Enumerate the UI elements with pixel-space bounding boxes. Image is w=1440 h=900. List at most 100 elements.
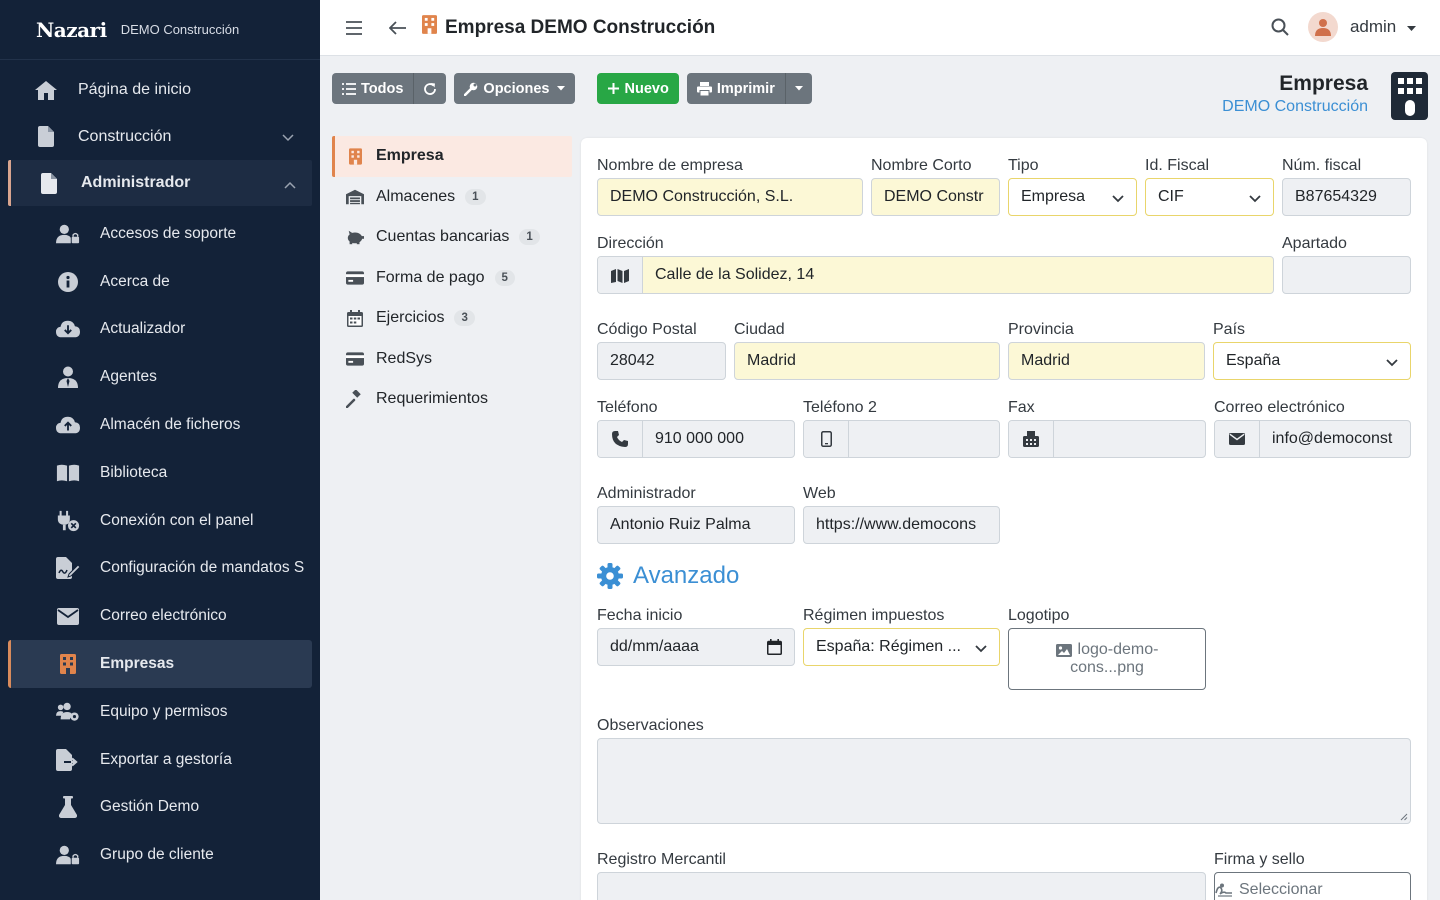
topbar: Empresa DEMO Construcción admin [320,0,1440,56]
envelope-icon [56,604,80,628]
menu-toggle-icon[interactable] [340,14,368,42]
avanzado-section-title[interactable]: Avanzado [597,562,739,590]
apartado-label: Apartado [1282,235,1347,252]
ciudad-input[interactable]: Madrid [734,342,1000,380]
toolbar: Todos Opciones Nuevo Imprimir [332,73,820,104]
sidebar-item-inicio[interactable]: Página de inicio [0,66,320,113]
provincia-input[interactable]: Madrid [1008,342,1205,380]
tab-label: Forma de pago [376,268,485,286]
search-icon[interactable] [1266,13,1294,41]
direccion-input[interactable]: Calle de la Solidez, 14 [597,256,1274,294]
tab-cuentas-bancarias[interactable]: Cuentas bancarias 1 [332,217,572,258]
nuevo-button[interactable]: Nuevo [596,73,679,104]
sidebar-item-label: Almacén de ficheros [100,416,241,434]
telefono-input[interactable]: 910 000 000 [597,420,795,458]
signature-icon [56,556,80,580]
codigo-postal-input[interactable]: 28042 [597,342,726,380]
firma-seleccionar-button[interactable]: Seleccionar [1214,872,1411,900]
sidebar-item-construccion[interactable]: Construcción [0,113,320,160]
sidebar-item-administrador[interactable]: Administrador [8,160,312,206]
imprimir-button[interactable]: Imprimir [686,73,785,104]
page-title-text: Empresa DEMO Construcción [445,16,716,38]
tab-requerimientos[interactable]: Requerimientos [332,379,572,420]
nombre-corto-input[interactable]: DEMO Constr [871,178,1000,216]
credit-card-icon [346,352,364,366]
sidebar-item-correo[interactable]: Correo electrónico [0,592,320,640]
logotipo-upload-button[interactable]: logo-demo- cons...png [1008,628,1206,690]
tab-ejercicios[interactable]: Ejercicios 3 [332,298,572,339]
pais-value: España [1226,352,1281,369]
company-header-subtitle[interactable]: DEMO Construcción [1222,98,1368,116]
sidebar-item-conexion-panel[interactable]: Conexión con el panel [0,497,320,545]
user-menu[interactable]: admin [1350,17,1416,38]
sidebar-item-accesos-soporte[interactable]: Accesos de soporte [0,210,320,258]
sidebar-item-acerca-de[interactable]: Acerca de [0,258,320,306]
telefono2-label: Teléfono 2 [803,399,877,416]
web-input[interactable]: https://www.democons [803,506,1000,544]
brand[interactable]: Nazari DEMO Construcción [0,0,320,60]
logotipo-filename-2: cons...png [1070,659,1144,676]
sidebar-item-almacen-ficheros[interactable]: Almacén de ficheros [0,401,320,449]
observaciones-textarea[interactable] [597,738,1411,824]
sidebar-item-biblioteca[interactable]: Biblioteca [0,449,320,497]
correo-input[interactable]: info@democonst [1214,420,1411,458]
avatar[interactable] [1307,12,1338,42]
sidebar-item-exportar-gestoria[interactable]: Exportar a gestoría [0,736,320,784]
tab-almacenes[interactable]: Almacenes 1 [332,177,572,218]
administrador-input[interactable]: Antonio Ruiz Palma [597,506,795,544]
back-arrow-icon[interactable] [384,14,412,42]
imprimir-group: Imprimir [686,73,812,104]
provincia-label: Provincia [1008,321,1074,338]
tab-forma-pago[interactable]: Forma de pago 5 [332,258,572,299]
sidebar-item-label: Correo electrónico [100,607,227,625]
sidebar-item-label: Agentes [100,368,157,386]
brand-subtitle: DEMO Construcción [120,22,240,37]
num-fiscal-input[interactable]: B87654329 [1282,178,1411,216]
sidebar-item-grupo-cliente[interactable]: Grupo de cliente [0,831,320,879]
ciudad-label: Ciudad [734,321,785,338]
mobile-icon [804,421,849,457]
sidebar-item-actualizador[interactable]: Actualizador [0,306,320,354]
id-fiscal-select[interactable]: CIF [1145,178,1274,216]
tipo-select[interactable]: Empresa [1008,178,1137,216]
todos-button[interactable]: Todos [332,73,414,104]
imprimir-dropdown-button[interactable] [784,73,812,104]
file-icon [34,125,58,149]
tab-redsys[interactable]: RedSys [332,339,572,380]
fecha-inicio-input[interactable]: dd/mm/aaaa [597,628,795,666]
print-icon [696,81,712,96]
registro-mercantil-textarea[interactable] [597,872,1206,900]
record-tabs: Empresa Almacenes 1 Cuentas bancarias 1 … [332,136,572,420]
file-export-icon [56,748,80,772]
map-icon [598,257,643,293]
logotipo-filename-1: logo-demo- [1077,641,1159,658]
apartado-input[interactable] [1282,256,1411,294]
tab-label: RedSys [376,349,433,367]
sidebar-item-agentes[interactable]: Agentes [0,353,320,401]
opciones-button[interactable]: Opciones [454,73,575,104]
caret-down-icon [794,86,803,91]
sidebar-item-label: Grupo de cliente [100,846,214,864]
sidebar-item-empresas[interactable]: Empresas [8,640,312,688]
sidebar-nav: Página de inicio Construcción Administra… [0,60,320,879]
pais-select[interactable]: España [1213,342,1411,380]
info-icon [56,270,80,294]
resize-handle-icon[interactable] [1400,813,1408,821]
flask-icon [56,795,80,819]
sidebar-item-equipo-permisos[interactable]: Equipo y permisos [0,688,320,736]
calendar-icon[interactable] [767,639,782,660]
sidebar-item-config-mandatos[interactable]: Configuración de mandatos S [0,545,320,593]
cloud-upload-icon [56,413,80,437]
home-icon [34,78,58,102]
sidebar-item-label: Conexión con el panel [100,511,254,529]
regimen-select[interactable]: España: Régimen ... [803,628,1000,666]
sidebar-item-label: Configuración de mandatos S [100,559,305,577]
fax-input[interactable] [1008,420,1206,458]
nombre-empresa-input[interactable]: DEMO Construcción, S.L. [597,178,863,216]
refresh-button[interactable] [413,73,447,104]
telefono2-input[interactable] [803,420,1000,458]
sidebar-item-gestion-demo[interactable]: Gestión Demo [0,784,320,832]
chevron-down-icon [282,129,294,147]
credit-card-icon [346,271,364,285]
tab-empresa[interactable]: Empresa [332,136,572,177]
